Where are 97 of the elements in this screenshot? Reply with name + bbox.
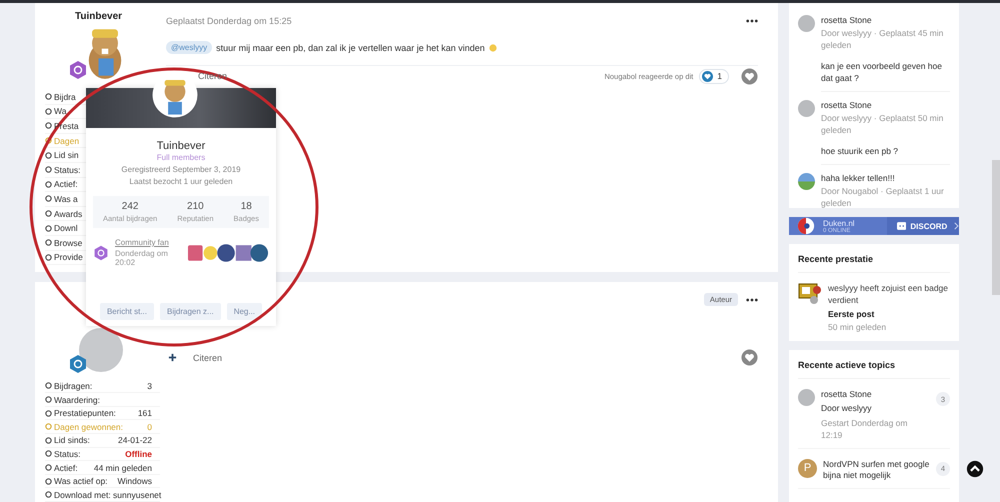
post-text: stuur mij maar een pb, dan zal ik je vertellen waar je het kan vinden [216, 42, 485, 52]
server-name: Duken.nl [823, 218, 855, 228]
bullet-icon [45, 423, 52, 430]
comment-title[interactable]: haha lekker tellen!!! [821, 172, 950, 182]
stat-value: Offline [125, 448, 152, 459]
registered-date: Geregistreerd September 3, 2019 [121, 165, 241, 174]
bullet-icon [45, 108, 52, 115]
stat-label: Was actief op: [54, 476, 108, 486]
stat-label: Bijdra [54, 92, 76, 102]
achievement-time: 50 min geleden [828, 320, 888, 334]
stat-label: Bijdragen: [54, 380, 92, 391]
bullet-icon [45, 436, 52, 444]
bullet-icon [45, 450, 52, 458]
badge-name[interactable]: Eerste post [828, 308, 950, 319]
stat-label: Dagen [54, 136, 80, 146]
badge-icon [798, 283, 822, 305]
bullet-icon [45, 491, 52, 498]
member-group: Full members [156, 153, 206, 162]
bullet-icon [45, 210, 52, 218]
card-title: Recente prestatie [798, 252, 950, 273]
bullet-icon [45, 396, 52, 404]
badge-link[interactable]: Community fan [115, 238, 181, 247]
like-heart-button[interactable] [741, 349, 758, 366]
bullet-icon [45, 122, 52, 130]
stat-label: Awards [54, 208, 82, 219]
stat-number: 242 [122, 201, 138, 212]
post-date: Geplaatst Donderdag om 15:25 [166, 16, 292, 26]
stat-label: Waardering: [54, 394, 100, 405]
stat-label: Download met: sunnyusenet [54, 490, 162, 500]
stat-label: Downl [54, 223, 78, 234]
comment-text: hoe stuurik een pb ? [821, 144, 950, 164]
comment-meta: Door weslyyy · Geplaatst 50 min geleden [821, 112, 944, 137]
stat-label: Actief: [54, 179, 78, 190]
stat-label: Lid sinds: [54, 435, 90, 446]
bullet-icon [45, 137, 52, 144]
bullet-icon [45, 478, 52, 485]
chat-icon [897, 222, 906, 230]
bullet-icon [45, 239, 52, 246]
topic-title[interactable]: rosetta Stone [821, 389, 930, 401]
achievement-text: weslyyy heeft zojuist een badge verdient [828, 283, 950, 307]
discord-label: DISCORD [910, 222, 948, 230]
bullet-icon [45, 410, 52, 417]
stat-value: 3 [147, 380, 152, 391]
stat-label: Provide [54, 252, 83, 262]
bullet-icon [45, 224, 52, 232]
stat-number: 210 [187, 201, 204, 212]
stat-label: Browse [54, 238, 82, 248]
scroll-to-top-button[interactable] [966, 460, 984, 478]
comment-meta: Door Nougabol · Geplaatst 1 uur geleden [821, 184, 945, 210]
profile-name[interactable]: Tuinbever [156, 140, 206, 152]
stat-number: 18 [240, 201, 252, 212]
like-heart-button[interactable] [741, 68, 758, 84]
stat-label: Status: [54, 448, 80, 459]
topic-starter: Door weslyyy [821, 402, 873, 415]
bullet-icon [45, 180, 52, 188]
stat-value: 44 min geleden [94, 462, 152, 473]
bullet-icon [45, 152, 52, 159]
card-title: Recente actieve topics [798, 358, 950, 380]
stat-value: 24-01-22 [118, 435, 152, 446]
photo-placeholder[interactable] [79, 328, 123, 372]
topic-title[interactable]: NordVPN surfen met google bijna niet mogelijk [823, 458, 930, 482]
stat-value: Windows [118, 476, 152, 486]
scrollbar-thumb[interactable] [992, 160, 1000, 295]
bullet-icon [45, 254, 52, 261]
stat-value: 0 [147, 422, 152, 432]
stat-label: Wa [54, 106, 66, 116]
more-icon[interactable] [746, 298, 758, 302]
last-visit: Laatst bezocht 1 uur geleden [129, 177, 233, 186]
landscape-avatar[interactable] [798, 172, 815, 190]
stat-value: 161 [138, 408, 152, 418]
stat-label: Actief: [54, 462, 78, 473]
bullet-icon [45, 195, 52, 202]
hexagon-badge-icon [93, 244, 109, 260]
stat-label: Dagen gewonnen: [54, 422, 124, 432]
bullet-icon [45, 166, 52, 174]
comment-title[interactable]: rosetta Stone [821, 15, 950, 25]
comment-title[interactable]: rosetta Stone [821, 100, 950, 110]
smiley-icon [488, 44, 497, 52]
topic-date: Gestart Donderdag om 12:19 [821, 416, 908, 442]
stat-label: Lid sin [54, 150, 79, 160]
author-name[interactable]: Tuinbever [45, 11, 160, 22]
badge-date: Donderdag om 20:02 [115, 249, 169, 267]
bullet-icon [45, 382, 52, 390]
heart-icon [702, 70, 714, 82]
bullet-icon [45, 464, 52, 472]
stat-label: Prestatiepunten: [54, 408, 116, 418]
bullet-icon [45, 93, 52, 100]
more-icon[interactable] [746, 19, 758, 23]
chevron-right-icon [954, 222, 959, 230]
stat-label: Was a [54, 194, 78, 204]
reaction-count[interactable]: 1 [699, 68, 729, 84]
comment-meta: Door weslyyy · Geplaatst 45 min geleden [821, 27, 944, 52]
stat-label: Status: [54, 164, 80, 175]
quote-link[interactable]: Citeren [193, 352, 222, 363]
plus-icon[interactable] [168, 353, 177, 362]
globe-logo-icon [797, 217, 815, 235]
comment-text: kan je een voorbeeld geven hoe dat gaat ? [821, 60, 950, 92]
